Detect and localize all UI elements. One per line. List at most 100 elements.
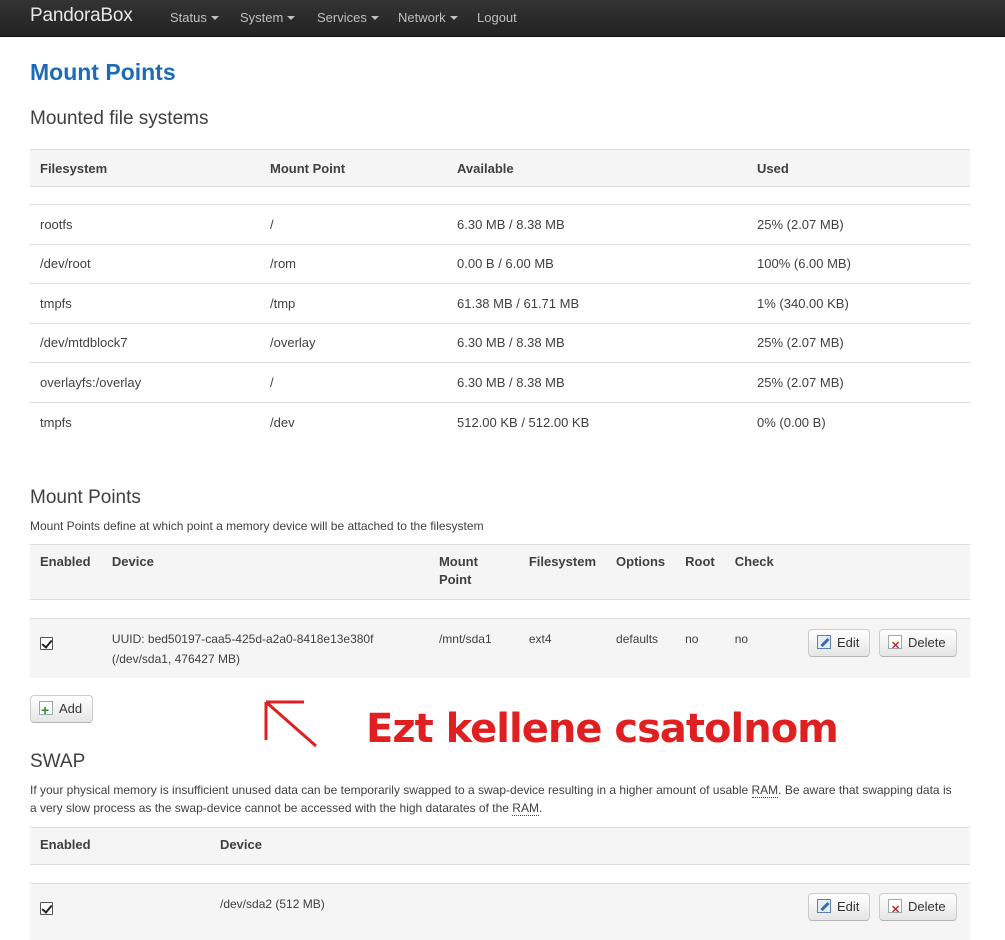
swap-desc-text: If your physical memory is insufficient … bbox=[30, 783, 752, 797]
menu-network[interactable]: Network bbox=[398, 10, 458, 25]
cell-used: 25% (2.07 MB) bbox=[747, 204, 970, 244]
menu-services[interactable]: Services bbox=[317, 10, 379, 25]
edit-icon bbox=[817, 635, 831, 649]
cell-used: 100% (6.00 MB) bbox=[747, 243, 970, 284]
menu-status[interactable]: Status bbox=[170, 10, 219, 25]
add-button[interactable]: Add bbox=[30, 695, 94, 723]
page-title: Mount Points bbox=[30, 59, 176, 85]
column-header: Device bbox=[210, 827, 773, 865]
table-row: tmpfs /tmp 61.38 MB / 61.71 MB 1% (340.0… bbox=[30, 283, 970, 323]
cell-mount-point: /mnt/sda1 bbox=[428, 618, 519, 678]
menu-system-label: System bbox=[240, 10, 284, 25]
cell-mount-point: /rom bbox=[260, 243, 447, 284]
cell-mount-point: /tmp bbox=[260, 283, 447, 323]
enabled-checkbox[interactable] bbox=[40, 637, 53, 650]
mounted-fs-title: Mounted file systems bbox=[30, 108, 209, 129]
cell-filesystem: overlayfs:/overlay bbox=[30, 362, 260, 402]
cell-filesystem: /dev/mtdblock7 bbox=[30, 322, 260, 363]
cell-check: no bbox=[724, 618, 784, 678]
add-button-label: Add bbox=[59, 701, 83, 716]
enabled-checkbox[interactable] bbox=[40, 902, 53, 915]
column-header: Mount Point bbox=[260, 149, 447, 187]
annotation-arrow-icon bbox=[264, 700, 317, 748]
cell-options: defaults bbox=[606, 618, 676, 678]
edit-icon bbox=[817, 899, 831, 913]
table-header-row: Filesystem Mount Point Available Used bbox=[30, 149, 970, 187]
swap-desc-text: . bbox=[538, 801, 543, 815]
cell-filesystem: tmpfs bbox=[30, 401, 260, 442]
swap-table: Enabled Device /dev/sda2 (512 MB) bbox=[30, 827, 970, 940]
cell-device: /dev/sda2 (512 MB) bbox=[210, 883, 773, 940]
edit-button-label: Edit bbox=[837, 635, 860, 650]
column-header: Used bbox=[747, 149, 970, 187]
mounted-fs-table: Filesystem Mount Point Available Used ro… bbox=[30, 149, 970, 442]
ram-abbr: RAM bbox=[751, 783, 779, 798]
menu-services-label: Services bbox=[317, 10, 367, 25]
column-header: Root bbox=[675, 544, 725, 600]
column-header: Mount Point bbox=[428, 544, 519, 600]
column-header-actions bbox=[773, 827, 970, 865]
table-row: overlayfs:/overlay / 6.30 MB / 8.38 MB 2… bbox=[30, 362, 970, 402]
cell-used: 25% (2.07 MB) bbox=[747, 322, 970, 363]
device-uuid: UUID: bed50197-caa5-425d-a2a0-8418e13e38… bbox=[111, 632, 374, 646]
cell-available: 6.30 MB / 8.38 MB bbox=[447, 322, 747, 363]
device-info: (/dev/sda1, 476427 MB) bbox=[111, 652, 240, 666]
cell-filesystem: /dev/root bbox=[30, 243, 260, 284]
menu-status-label: Status bbox=[170, 10, 207, 25]
cell-mount-point: / bbox=[260, 204, 447, 244]
column-header: Device bbox=[101, 544, 429, 600]
menu-system[interactable]: System bbox=[240, 10, 296, 25]
cell-mount-point: / bbox=[260, 362, 447, 402]
delete-button-label: Delete bbox=[908, 635, 946, 650]
cell-available: 61.38 MB / 61.71 MB bbox=[447, 283, 747, 323]
cell-available: 0.00 B / 6.00 MB bbox=[447, 243, 747, 284]
enabled-cell bbox=[30, 618, 102, 678]
column-header-actions bbox=[783, 544, 970, 600]
cell-available: 6.30 MB / 8.38 MB bbox=[447, 204, 747, 244]
delete-icon bbox=[888, 897, 902, 923]
cell-available: 512.00 KB / 512.00 KB bbox=[447, 401, 747, 442]
edit-button[interactable]: Edit bbox=[808, 629, 871, 657]
cell-used: 1% (340.00 KB) bbox=[747, 283, 970, 323]
swap-description: If your physical memory is insufficient … bbox=[30, 781, 960, 817]
column-header: Filesystem bbox=[30, 149, 260, 187]
menu-logout[interactable]: Logout bbox=[477, 10, 517, 25]
cell-root: no bbox=[675, 618, 725, 678]
edit-button[interactable]: Edit bbox=[808, 893, 871, 921]
cell-filesystem: rootfs bbox=[30, 204, 260, 244]
table-row: /dev/mtdblock7 /overlay 6.30 MB / 8.38 M… bbox=[30, 322, 970, 363]
mount-points-table: Enabled Device Mount Point Filesystem Op… bbox=[30, 544, 970, 678]
table-row: tmpfs /dev 512.00 KB / 512.00 KB 0% (0.0… bbox=[30, 401, 970, 442]
cell-mount-point: /dev bbox=[260, 401, 447, 442]
column-header: Filesystem bbox=[518, 544, 607, 600]
brand-logo[interactable]: PandoraBox bbox=[30, 5, 133, 27]
table-header-row: Enabled Device bbox=[30, 827, 970, 865]
table-row: /dev/root /rom 0.00 B / 6.00 MB 100% (6.… bbox=[30, 243, 970, 284]
chevron-down-icon bbox=[370, 16, 379, 20]
chevron-down-icon bbox=[449, 16, 458, 20]
chevron-down-icon bbox=[287, 16, 296, 20]
device-cell: UUID: bed50197-caa5-425d-a2a0-8418e13e38… bbox=[101, 618, 429, 678]
cell-filesystem: tmpfs bbox=[30, 283, 260, 323]
cell-available: 6.30 MB / 8.38 MB bbox=[447, 362, 747, 402]
cell-mount-point: /overlay bbox=[260, 322, 447, 363]
annotation-text: Ezt kellene csatolnom bbox=[366, 706, 839, 752]
add-icon bbox=[39, 697, 53, 723]
ram-abbr: RAM bbox=[512, 801, 539, 816]
column-header: Options bbox=[606, 544, 676, 600]
column-header: Check bbox=[724, 544, 784, 600]
delete-button[interactable]: Delete bbox=[879, 629, 957, 659]
top-navbar: PandoraBox Status System Services Networ… bbox=[0, 0, 1005, 37]
column-header: Available bbox=[447, 149, 747, 187]
table-header-row: Enabled Device Mount Point Filesystem Op… bbox=[30, 544, 970, 600]
delete-button[interactable]: Delete bbox=[879, 893, 957, 923]
delete-icon bbox=[888, 633, 902, 659]
mount-points-title: Mount Points bbox=[30, 487, 141, 508]
swap-title: SWAP bbox=[30, 751, 86, 772]
cell-used: 0% (0.00 B) bbox=[747, 401, 970, 442]
delete-button-label: Delete bbox=[908, 899, 946, 914]
chevron-down-icon bbox=[210, 16, 219, 20]
menu-network-label: Network bbox=[398, 10, 446, 25]
table-row: rootfs / 6.30 MB / 8.38 MB 25% (2.07 MB) bbox=[30, 204, 970, 244]
cell-filesystem: ext4 bbox=[518, 618, 607, 678]
